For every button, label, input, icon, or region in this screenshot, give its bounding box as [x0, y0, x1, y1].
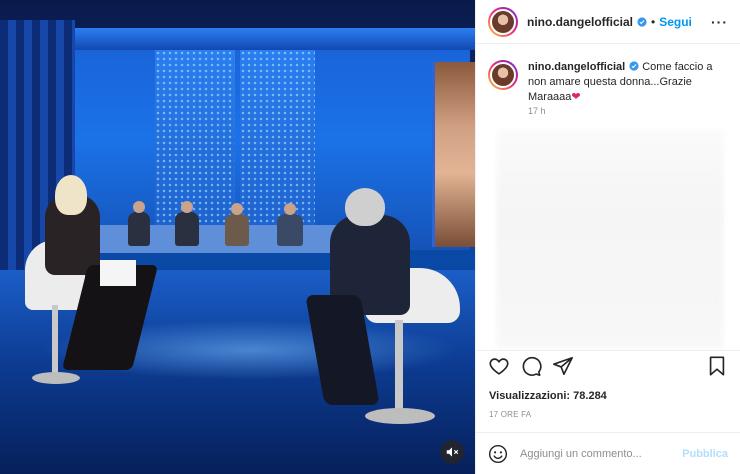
audience-member: [128, 212, 150, 246]
audience-member-head: [181, 201, 193, 213]
host-chair-stand: [52, 305, 58, 375]
comment-button[interactable]: [520, 355, 542, 377]
host-chair-base: [32, 372, 80, 384]
audience-member-head: [133, 201, 145, 213]
action-bar: [476, 350, 740, 380]
caption-row: nino.dangelofficial Come faccio a non am…: [476, 44, 740, 105]
audience-member: [175, 212, 199, 246]
heart-icon: [489, 357, 509, 375]
bookmark-icon: [709, 355, 725, 376]
audience-member: [225, 214, 249, 246]
save-button[interactable]: [706, 355, 728, 377]
more-options-button[interactable]: ···: [711, 14, 728, 30]
like-button[interactable]: [488, 355, 510, 377]
caption-username-link[interactable]: nino.dangelofficial: [528, 61, 625, 73]
led-panel-right: [240, 50, 315, 225]
avatar-image: [490, 62, 516, 88]
avatar-image: [490, 8, 516, 35]
views-count: Visualizzazioni: 78.284: [489, 390, 607, 402]
instagram-post: nino.dangelofficial • Segui ··· nino.dan…: [0, 0, 740, 474]
verified-badge-icon: [629, 61, 639, 71]
caption-avatar[interactable]: [488, 60, 518, 90]
comment-input[interactable]: [520, 447, 680, 460]
caption-time-ago[interactable]: 17 h: [528, 106, 546, 116]
post-date[interactable]: 17 ORE FA: [489, 410, 531, 419]
share-icon: [553, 356, 573, 375]
studio-truss: [60, 28, 475, 50]
host-head: [55, 175, 87, 215]
red-heart-emoji: ❤: [571, 91, 581, 103]
verified-badge-icon: [637, 16, 647, 27]
views-number: 78.284: [573, 390, 607, 402]
avatar[interactable]: [488, 6, 518, 37]
guest-chair-base: [365, 408, 435, 424]
audience-member-head: [231, 203, 243, 215]
audience-member: [277, 214, 303, 246]
separator-dot: •: [651, 14, 656, 29]
publish-button[interactable]: Pubblica: [682, 448, 728, 460]
post-video[interactable]: [0, 0, 475, 474]
mute-toggle-button[interactable]: [440, 440, 464, 464]
comment-bar: Pubblica: [476, 432, 740, 474]
follow-button[interactable]: Segui: [659, 15, 692, 29]
guest-head: [345, 188, 385, 226]
caption-area: nino.dangelofficial Come faccio a non am…: [476, 44, 740, 350]
smiley-icon: [488, 444, 508, 463]
post-sidebar: nino.dangelofficial • Segui ··· nino.dan…: [475, 0, 740, 474]
guest-chair-stand: [395, 320, 403, 415]
comments-placeholder: [496, 129, 724, 349]
caption-text: nino.dangelofficial Come faccio a non am…: [528, 60, 728, 105]
post-header: nino.dangelofficial • Segui ···: [476, 0, 740, 44]
share-button[interactable]: [552, 355, 574, 377]
screen-portrait: [432, 62, 475, 247]
username-link[interactable]: nino.dangelofficial: [527, 15, 633, 29]
emoji-picker-button[interactable]: [488, 444, 508, 464]
views-label: Visualizzazioni:: [489, 390, 571, 402]
led-panel-left: [155, 50, 235, 225]
host-cue-cards: [100, 260, 136, 286]
audience-member-head: [284, 203, 296, 215]
comment-icon: [522, 356, 542, 376]
muted-speaker-icon: [446, 447, 459, 457]
